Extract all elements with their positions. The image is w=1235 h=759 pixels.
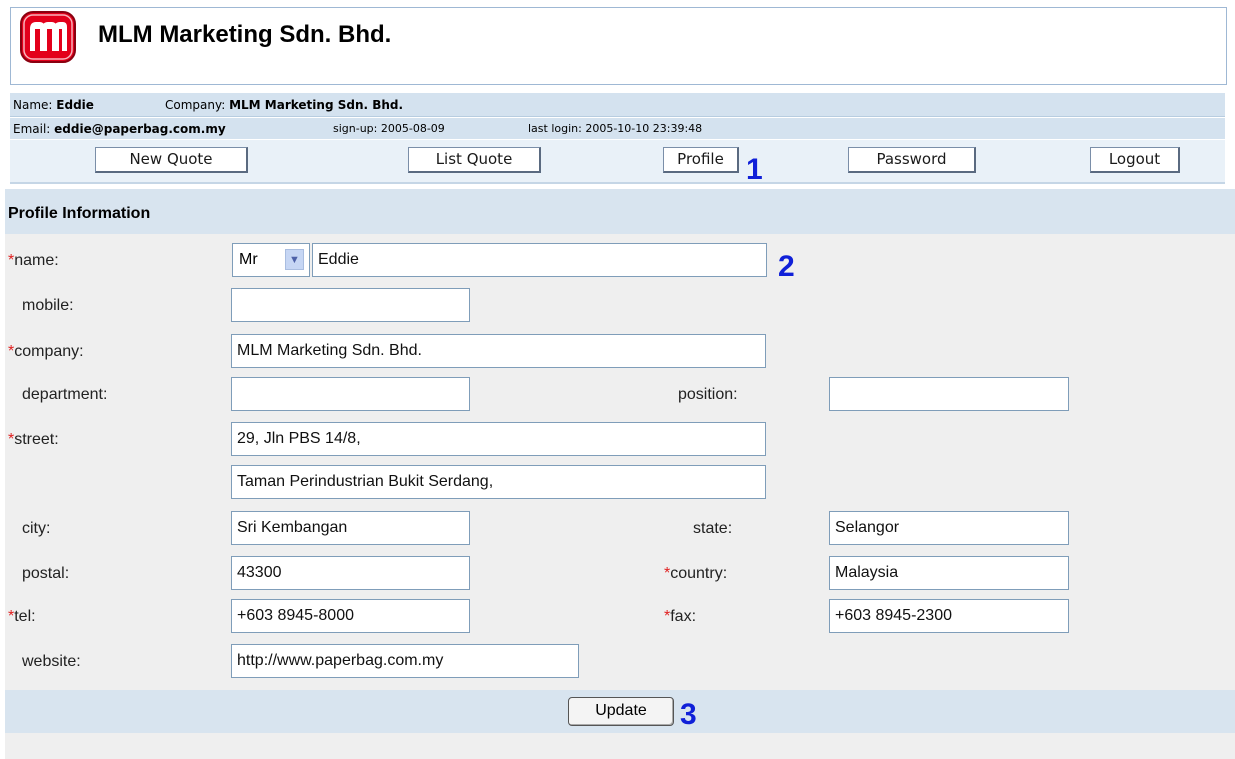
country-field[interactable]: Malaysia [829, 556, 1069, 590]
name-label-text: name: [14, 252, 59, 269]
account-company-label: Company: [165, 98, 226, 112]
department-field[interactable] [231, 377, 470, 411]
street-label: *street: [8, 431, 59, 449]
mobile-label: mobile: [22, 297, 74, 314]
update-button[interactable]: Update [568, 697, 674, 726]
account-name-value: Eddie [56, 98, 94, 112]
account-name: Name: Eddie [13, 98, 94, 112]
position-field[interactable] [829, 377, 1069, 411]
tel-label-text: tel: [14, 608, 36, 625]
company-label: *company: [8, 343, 84, 361]
account-email-label: Email: [13, 122, 51, 136]
website-field[interactable]: http://www.paperbag.com.my [231, 644, 579, 678]
website-label: website: [22, 653, 81, 670]
name-label: *name: [8, 252, 59, 270]
account-email: Email: eddie@paperbag.com.my [13, 122, 226, 136]
postal-label: postal: [22, 565, 70, 582]
street-label-text: street: [14, 431, 59, 448]
section-header [5, 189, 1235, 234]
state-field[interactable]: Selangor [829, 511, 1069, 545]
country-label-text: country: [670, 565, 728, 582]
new-quote-button[interactable]: New Quote [95, 147, 248, 173]
account-info-row-2: Email: eddie@paperbag.com.my sign-up: 20… [10, 118, 1225, 139]
title-select-value: Mr [239, 251, 258, 268]
site-title: MLM Marketing Sdn. Bhd. [98, 21, 392, 48]
postal-field[interactable]: 43300 [231, 556, 470, 590]
section-title: Profile Information [8, 205, 151, 222]
annotation-marker-2: 2 [778, 250, 795, 283]
country-label: *country: [664, 565, 727, 583]
chevron-down-icon[interactable]: ▼ [285, 249, 304, 270]
logout-button[interactable]: Logout [1090, 147, 1180, 173]
position-label: position: [678, 386, 738, 403]
street-line2-field[interactable]: Taman Perindustrian Bukit Serdang, [231, 465, 766, 499]
profile-button[interactable]: Profile [663, 147, 739, 173]
city-field[interactable]: Sri Kembangan [231, 511, 470, 545]
tel-field[interactable]: +603 8945-8000 [231, 599, 470, 633]
title-select[interactable]: Mr ▼ [232, 243, 310, 277]
company-field[interactable]: MLM Marketing Sdn. Bhd. [231, 334, 766, 368]
mobile-field[interactable] [231, 288, 470, 322]
account-company: Company: MLM Marketing Sdn. Bhd. [165, 98, 403, 112]
company-label-text: company: [14, 343, 84, 360]
company-logo [20, 11, 76, 63]
password-button[interactable]: Password [848, 147, 976, 173]
list-quote-button[interactable]: List Quote [408, 147, 541, 173]
department-label: department: [22, 386, 108, 403]
fax-label: *fax: [664, 608, 696, 626]
account-email-value: eddie@paperbag.com.my [54, 122, 226, 136]
last-login: last login: 2005-10-10 23:39:48 [528, 122, 703, 135]
tel-label: *tel: [8, 608, 36, 626]
fax-field[interactable]: +603 8945-2300 [829, 599, 1069, 633]
signup-date: sign-up: 2005-08-09 [333, 122, 445, 135]
state-label: state: [693, 520, 733, 537]
fax-label-text: fax: [670, 608, 697, 625]
city-label: city: [22, 520, 51, 537]
account-company-value: MLM Marketing Sdn. Bhd. [229, 98, 404, 112]
street-line1-field[interactable]: 29, Jln PBS 14/8, [231, 422, 766, 456]
name-field[interactable]: Eddie [312, 243, 767, 277]
annotation-marker-3: 3 [680, 698, 697, 731]
nav-bar: New Quote List Quote Profile Password Lo… [10, 140, 1225, 184]
account-name-label: Name: [13, 98, 53, 112]
account-info-row: Name: Eddie Company: MLM Marketing Sdn. … [10, 93, 1225, 117]
annotation-marker-1: 1 [746, 153, 763, 186]
